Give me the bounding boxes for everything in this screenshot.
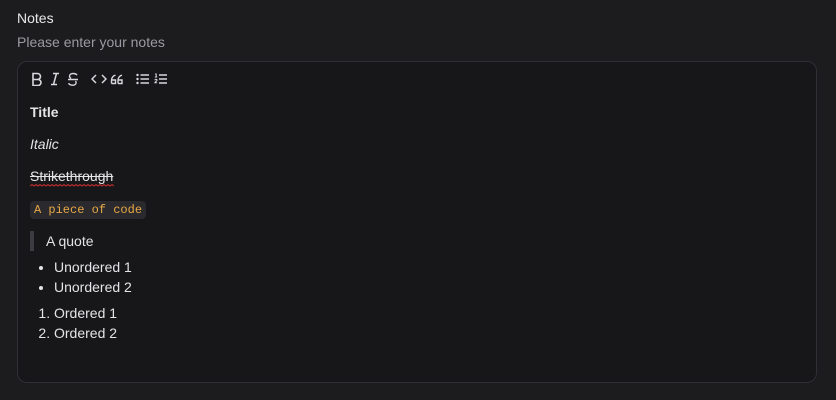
list-item: Ordered 1 xyxy=(54,303,117,323)
strikethrough-button[interactable] xyxy=(64,70,82,88)
ordered-list: Ordered 1 Ordered 2 xyxy=(30,303,117,343)
code-button[interactable] xyxy=(90,70,108,88)
list-item: Ordered 2 xyxy=(54,323,117,343)
content-strikethrough: Strikethrough xyxy=(30,168,114,187)
code-icon xyxy=(91,74,107,84)
bold-button[interactable] xyxy=(28,70,46,88)
italic-button[interactable] xyxy=(46,70,64,88)
notes-field: Notes Please enter your notes Title Ital… xyxy=(0,0,836,400)
bullet-list-button[interactable] xyxy=(134,70,152,88)
rich-text-editor[interactable]: Title Italic Strikethrough A piece of co… xyxy=(17,61,817,383)
editor-toolbar xyxy=(28,70,170,88)
italic-icon xyxy=(51,72,59,86)
ordered-list-icon xyxy=(154,73,167,84)
content-title: Title xyxy=(30,104,59,120)
quote-icon xyxy=(110,74,123,85)
list-item: Unordered 2 xyxy=(54,277,132,297)
field-label: Notes xyxy=(17,10,54,26)
unordered-list: Unordered 1 Unordered 2 xyxy=(30,257,132,297)
ordered-list-button[interactable] xyxy=(152,70,170,88)
strikethrough-text: Strikethrough xyxy=(30,168,114,184)
content-code: A piece of code xyxy=(30,201,147,219)
strikethrough-icon xyxy=(67,72,78,86)
bullet-list-icon xyxy=(136,73,149,85)
content-quote: A quote xyxy=(30,231,94,251)
content-italic: Italic xyxy=(30,136,59,152)
bold-icon xyxy=(32,72,42,86)
list-item: Unordered 1 xyxy=(54,257,132,277)
quote-button[interactable] xyxy=(108,70,126,88)
spellcheck-underline xyxy=(30,184,114,187)
field-description: Please enter your notes xyxy=(17,34,165,50)
